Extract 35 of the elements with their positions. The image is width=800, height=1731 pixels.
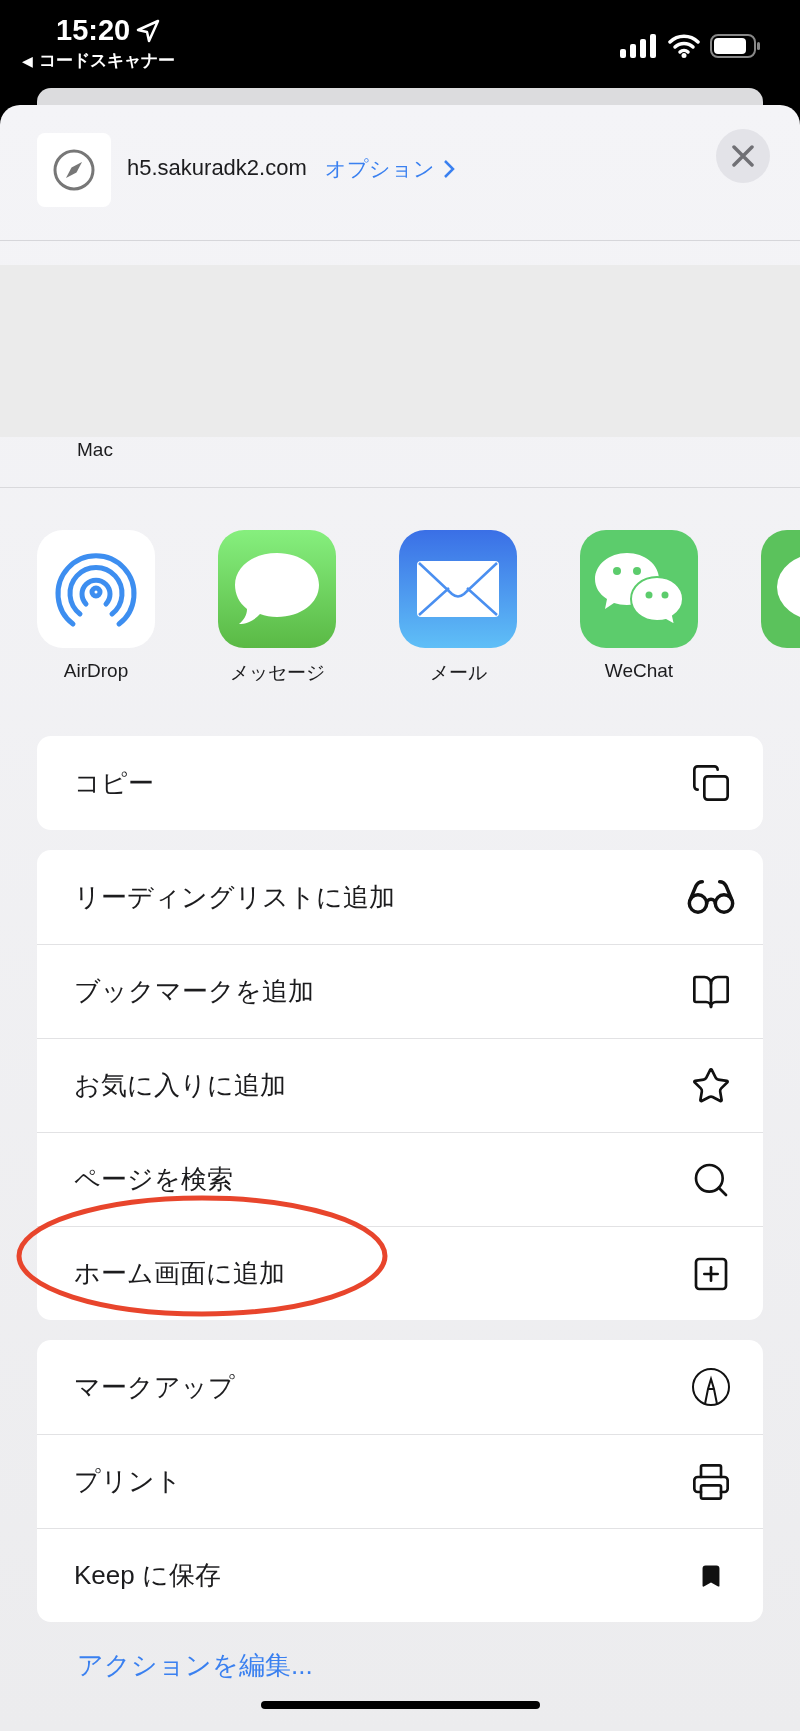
signal-icon (620, 34, 658, 58)
action-row[interactable]: リーディングリストに追加 (37, 850, 763, 944)
action-row[interactable]: ホーム画面に追加 (37, 1226, 763, 1320)
action-row[interactable]: コピー (37, 736, 763, 830)
app-tile[interactable] (580, 530, 698, 648)
back-to-app-link[interactable]: コードスキャナー (38, 49, 175, 72)
status-time: 15:20 (56, 14, 131, 47)
speech-bubble-icon (233, 551, 321, 627)
compass-icon (52, 148, 96, 192)
action-row[interactable]: ブックマークを追加 (37, 944, 763, 1038)
wifi-icon (668, 34, 700, 58)
pen-tip-icon (691, 1367, 731, 1407)
app-label: メール (429, 661, 487, 685)
device-label: Mac (77, 439, 113, 461)
action-row[interactable]: ページを検索 (37, 1132, 763, 1226)
location-arrow-icon (136, 18, 161, 43)
printer-icon (691, 1461, 731, 1502)
app-tile[interactable] (218, 530, 336, 648)
site-domain: h5.sakuradk2.com (127, 155, 307, 181)
copy-icon (691, 763, 731, 803)
app-tile[interactable] (37, 530, 155, 648)
action-row[interactable]: Keep に保存 (37, 1528, 763, 1622)
app-label: AirDrop (63, 660, 129, 682)
envelope-icon (416, 560, 500, 618)
app-label: メッセージ (229, 661, 325, 685)
chevron-right-icon (442, 159, 455, 179)
app-tile[interactable] (399, 530, 517, 648)
options-link[interactable]: オプション (324, 155, 455, 183)
action-row[interactable]: お気に入りに追加 (37, 1038, 763, 1132)
app-label: WeChat (604, 660, 674, 682)
close-icon (732, 145, 754, 167)
action-row[interactable]: プリント (37, 1434, 763, 1528)
battery-icon (710, 34, 760, 58)
action-row[interactable]: マークアップ (37, 1340, 763, 1434)
back-arrow[interactable]: ◀ (22, 52, 33, 69)
